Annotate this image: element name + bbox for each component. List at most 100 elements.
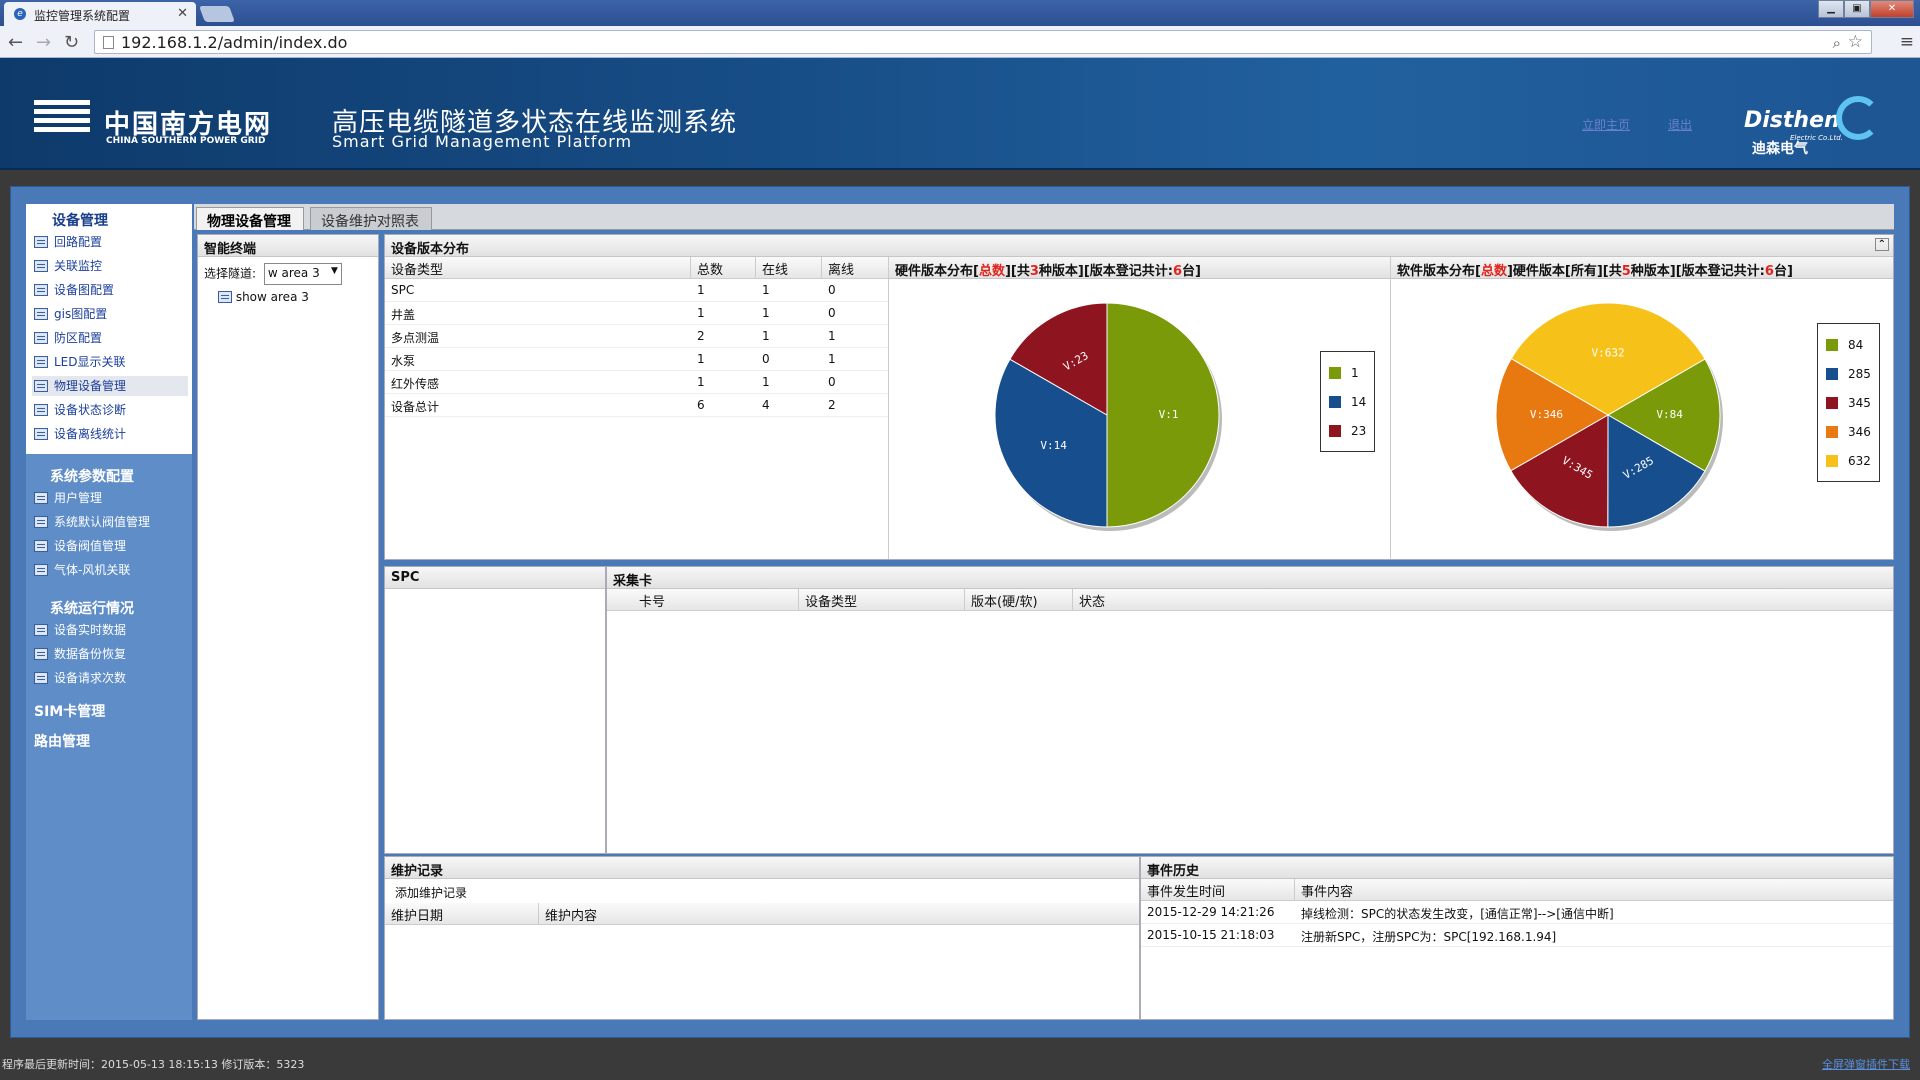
- plugin-download-link[interactable]: 全屏弹窗插件下载: [1822, 1056, 1910, 1072]
- reload-icon[interactable]: ↻: [64, 32, 79, 53]
- legend-item[interactable]: 285: [1826, 359, 1871, 388]
- table-row[interactable]: 水泵 1 0 1: [385, 348, 888, 371]
- sidebar-item[interactable]: 用户管理: [32, 488, 188, 508]
- sidebar-item-label: 设备请求次数: [54, 671, 127, 685]
- address-bar[interactable]: 192.168.1.2/admin/index.do ⌕ ☆: [94, 30, 1872, 54]
- sidebar-header-sim[interactable]: SIM卡管理: [34, 701, 105, 721]
- add-maintenance-button[interactable]: 添加维护记录: [385, 879, 1139, 903]
- sidebar-item-label: 气体-风机关联: [54, 563, 131, 577]
- table-cell: 1: [697, 352, 705, 366]
- legend-item[interactable]: 84: [1826, 330, 1871, 359]
- legend-item[interactable]: 1: [1329, 358, 1366, 387]
- table-row[interactable]: 多点测温 2 1 1: [385, 325, 888, 348]
- maintenance-panel: 维护记录 添加维护记录 维护日期 维护内容: [384, 856, 1140, 1020]
- legend-item[interactable]: 346: [1826, 417, 1871, 446]
- hw-legend: 1 14 23: [1320, 351, 1376, 452]
- brand-chinese: 迪森电气: [1752, 141, 1808, 157]
- sidebar-item[interactable]: 关联监控: [32, 256, 188, 276]
- sidebar-item-label: 用户管理: [54, 491, 103, 505]
- list-icon: [34, 516, 48, 528]
- card-table-header: 卡号 设备类型 版本(硬/软) 状态: [607, 589, 1893, 611]
- status-bar: 程序最后更新时间：2015-05-13 18:15:13 修订版本：5323 全…: [0, 1048, 1920, 1080]
- forward-arrow-icon[interactable]: →: [36, 32, 51, 53]
- tab-physical-device[interactable]: 物理设备管理: [196, 207, 304, 230]
- collapse-icon[interactable]: ⌃: [1874, 238, 1889, 251]
- table-cell: 2015-10-15 21:18:03: [1147, 928, 1275, 942]
- legend-label: 14: [1351, 394, 1367, 409]
- sidebar-item[interactable]: LED显示关联: [32, 352, 188, 372]
- sidebar-item[interactable]: 设备离线统计: [32, 424, 188, 444]
- sidebar-item-label: 系统默认阀值管理: [54, 515, 151, 529]
- legend-swatch: [1329, 395, 1341, 408]
- sw-title-part: ]硬件版本[所有][共: [1506, 264, 1622, 279]
- list-icon: [34, 356, 48, 368]
- list-icon: [34, 284, 48, 296]
- legend-label: 285: [1848, 366, 1871, 381]
- tab-close-icon[interactable]: ✕: [177, 6, 188, 21]
- legend-item[interactable]: 23: [1329, 416, 1366, 445]
- table-cell: 井盖: [391, 308, 416, 322]
- list-icon: [34, 672, 48, 684]
- table-cell: 0: [762, 352, 770, 366]
- hw-title-units: 6: [1173, 264, 1183, 279]
- pie-slice-label: V:632: [1592, 346, 1625, 359]
- sidebar-item-label: 设备离线统计: [54, 427, 127, 441]
- sidebar-item[interactable]: 数据备份恢复: [32, 644, 188, 664]
- sidebar-item[interactable]: 设备实时数据: [32, 620, 188, 640]
- legend-swatch: [1329, 366, 1341, 379]
- sidebar-item[interactable]: 设备请求次数: [32, 668, 188, 688]
- minimize-button[interactable]: ▁: [1818, 0, 1844, 18]
- hw-title-part: 硬件版本分布[: [895, 264, 979, 279]
- sidebar-header-route[interactable]: 路由管理: [34, 731, 90, 751]
- sw-title-total: 总数: [1480, 264, 1507, 279]
- sidebar-item[interactable]: 防区配置: [32, 328, 188, 348]
- tree-node[interactable]: show area 3: [218, 289, 372, 311]
- sidebar-item[interactable]: 物理设备管理: [32, 376, 188, 396]
- bookmark-star-icon[interactable]: ☆: [1848, 32, 1863, 52]
- sidebar-item[interactable]: 设备图配置: [32, 280, 188, 300]
- restore-button[interactable]: ▣: [1844, 0, 1870, 18]
- sidebar-header-device[interactable]: 设备管理: [52, 210, 108, 230]
- list-icon: [34, 260, 48, 272]
- tunnel-select[interactable]: w area 3 ▼: [263, 263, 342, 285]
- sidebar-item-label: 物理设备管理: [54, 379, 127, 393]
- sidebar-item-label: 设备阀值管理: [54, 539, 127, 553]
- legend-label: 632: [1848, 453, 1871, 468]
- table-row[interactable]: 2015-12-29 14:21:26 掉线检测：SPC的状态发生改变，[通信正常…: [1141, 901, 1893, 924]
- sidebar-header-params[interactable]: 系统参数配置: [50, 466, 134, 486]
- table-row[interactable]: 红外传感 1 1 0: [385, 371, 888, 394]
- sidebar-item[interactable]: 回路配置: [32, 232, 188, 252]
- new-tab-button[interactable]: [199, 6, 235, 22]
- system-subtitle: Smart Grid Management Platform: [332, 132, 633, 151]
- sidebar-item[interactable]: gis图配置: [32, 304, 188, 324]
- legend-item[interactable]: 14: [1329, 387, 1366, 416]
- sidebar-item[interactable]: 系统默认阀值管理: [32, 512, 188, 532]
- logout-link[interactable]: 退出: [1668, 116, 1692, 133]
- sidebar-item[interactable]: 气体-风机关联: [32, 560, 188, 580]
- zoom-icon[interactable]: ⌕: [1833, 34, 1841, 52]
- tab-maintenance-table[interactable]: 设备维护对照表: [310, 207, 432, 230]
- legend-swatch: [1329, 424, 1341, 437]
- sidebar-item[interactable]: 设备阀值管理: [32, 536, 188, 556]
- col-maint-date: 维护日期: [385, 903, 539, 924]
- legend-swatch: [1826, 367, 1838, 380]
- table-row[interactable]: 2015-10-15 21:18:03 注册新SPC，注册SPC为：SPC[192…: [1141, 924, 1893, 947]
- back-arrow-icon[interactable]: ←: [8, 32, 23, 53]
- table-row[interactable]: 设备总计 6 4 2: [385, 394, 888, 417]
- sidebar-item[interactable]: 设备状态诊断: [32, 400, 188, 420]
- sidebar-item-label: gis图配置: [54, 307, 108, 321]
- table-row[interactable]: SPC 1 1 0: [385, 279, 888, 302]
- close-window-button[interactable]: ✕: [1870, 0, 1914, 18]
- legend-item[interactable]: 632: [1826, 446, 1871, 475]
- list-icon: [34, 308, 48, 320]
- home-link[interactable]: 立即主页: [1582, 116, 1630, 133]
- hw-pie-chart: V:1V:14V:23: [994, 302, 1222, 531]
- list-icon: [34, 380, 48, 392]
- browser-tab[interactable]: e 监控管理系统配置 ✕: [4, 2, 196, 26]
- col-total: 总数: [691, 257, 756, 278]
- sidebar-item-label: 关联监控: [54, 259, 103, 273]
- table-row[interactable]: 井盖 1 1 0: [385, 302, 888, 325]
- browser-menu-icon[interactable]: ≡: [1900, 32, 1914, 52]
- sidebar-header-runtime[interactable]: 系统运行情况: [50, 598, 134, 618]
- legend-item[interactable]: 345: [1826, 388, 1871, 417]
